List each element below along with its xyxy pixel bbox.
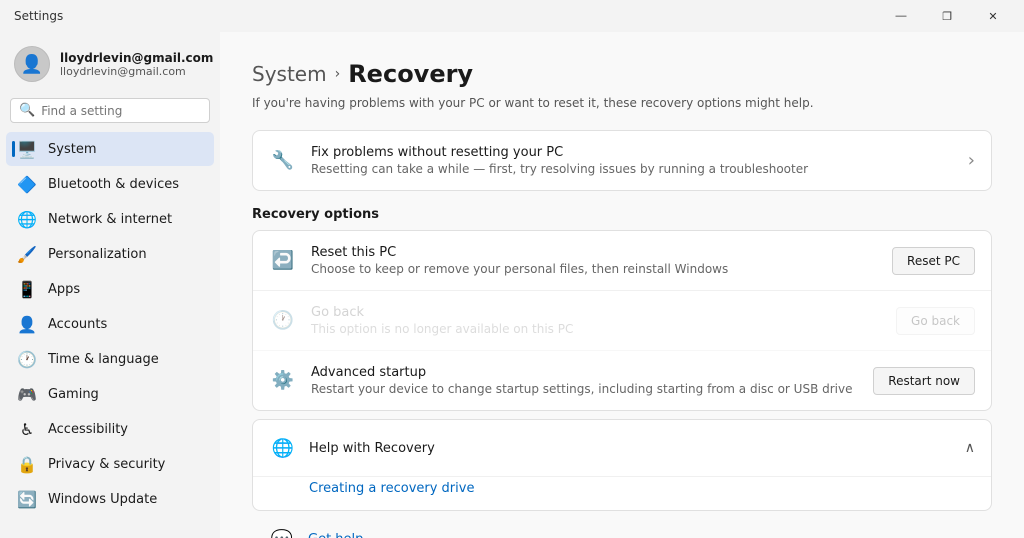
app-body: 👤 lloydrlevin@gmail.com lloydrlevin@gmai… bbox=[0, 32, 1024, 538]
titlebar: Settings — ❐ ✕ bbox=[0, 0, 1024, 32]
goback-button: Go back bbox=[896, 307, 975, 335]
sidebar: 👤 lloydrlevin@gmail.com lloydrlevin@gmai… bbox=[0, 32, 220, 538]
accessibility-icon: ♿ bbox=[18, 420, 36, 438]
fix-card-desc: Resetting can take a while — first, try … bbox=[311, 162, 954, 176]
recovery-drive-link[interactable]: Creating a recovery drive bbox=[309, 481, 474, 496]
window-controls: — ❐ ✕ bbox=[878, 0, 1016, 32]
gaming-icon: 🎮 bbox=[18, 385, 36, 403]
sidebar-item-label-bluetooth: Bluetooth & devices bbox=[48, 177, 179, 192]
sidebar-item-label-time: Time & language bbox=[48, 352, 159, 367]
sidebar-item-label-accessibility: Accessibility bbox=[48, 422, 128, 437]
close-button[interactable]: ✕ bbox=[970, 0, 1016, 32]
reset-title: Reset this PC bbox=[311, 245, 878, 260]
get-help-icon: 💬 bbox=[268, 525, 296, 538]
sidebar-item-label-network: Network & internet bbox=[48, 212, 172, 227]
option-row-goback: 🕐 Go back This option is no longer availab… bbox=[253, 291, 991, 351]
help-card: 🌐 Help with Recovery Creating a recovery… bbox=[252, 419, 992, 511]
help-title: Help with Recovery bbox=[309, 441, 435, 456]
startup-icon: ⚙️ bbox=[269, 367, 297, 395]
startup-desc: Restart your device to change startup se… bbox=[311, 382, 859, 396]
get-help-link[interactable]: Get help bbox=[308, 532, 363, 538]
fix-card-text: Fix problems without resetting your PC R… bbox=[311, 145, 954, 176]
reset-icon: ↩️ bbox=[269, 247, 297, 275]
options-card: ↩️ Reset this PC Choose to keep or remove … bbox=[252, 230, 992, 411]
accounts-icon: 👤 bbox=[18, 315, 36, 333]
sidebar-item-gaming[interactable]: 🎮 Gaming bbox=[6, 377, 214, 411]
goback-title: Go back bbox=[311, 305, 882, 320]
sidebar-item-apps[interactable]: 📱 Apps bbox=[6, 272, 214, 306]
breadcrumb-arrow: › bbox=[335, 66, 341, 82]
sidebar-item-accessibility[interactable]: ♿ Accessibility bbox=[6, 412, 214, 446]
main-content: System › Recovery If you're having probl… bbox=[220, 32, 1024, 538]
reset-button[interactable]: Reset PC bbox=[892, 247, 975, 275]
help-body: Creating a recovery drive bbox=[253, 476, 991, 510]
search-input[interactable] bbox=[41, 104, 201, 118]
user-section[interactable]: 👤 lloydrlevin@gmail.com lloydrlevin@gmai… bbox=[0, 36, 220, 92]
sidebar-item-bluetooth[interactable]: 🔷 Bluetooth & devices bbox=[6, 167, 214, 201]
nav-list: 🖥️ System 🔷 Bluetooth & devices 🌐 Network & i… bbox=[0, 131, 220, 517]
page-title: Recovery bbox=[348, 60, 473, 88]
sidebar-item-network[interactable]: 🌐 Network & internet bbox=[6, 202, 214, 236]
search-icon: 🔍 bbox=[19, 103, 35, 118]
user-info: lloydrlevin@gmail.com lloydrlevin@gmail.… bbox=[60, 51, 213, 78]
option-row-reset[interactable]: ↩️ Reset this PC Choose to keep or remove … bbox=[253, 231, 991, 291]
sidebar-item-privacy[interactable]: 🔒 Privacy & security bbox=[6, 447, 214, 481]
sidebar-item-label-accounts: Accounts bbox=[48, 317, 107, 332]
get-help-row[interactable]: 💬 Get help bbox=[252, 511, 992, 538]
user-name: lloydrlevin@gmail.com bbox=[60, 51, 213, 65]
avatar: 👤 bbox=[14, 46, 50, 82]
breadcrumb: System bbox=[252, 62, 327, 86]
fix-card-chevron bbox=[968, 150, 975, 171]
startup-title: Advanced startup bbox=[311, 365, 859, 380]
goback-icon: 🕐 bbox=[269, 307, 297, 335]
options-list: ↩️ Reset this PC Choose to keep or remove … bbox=[253, 231, 991, 410]
help-header-left: 🌐 Help with Recovery bbox=[269, 434, 435, 462]
page-header: System › Recovery bbox=[252, 60, 992, 88]
update-icon: 🔄 bbox=[18, 490, 36, 508]
globe-icon: 🌐 bbox=[269, 434, 297, 462]
help-chevron-up bbox=[965, 440, 975, 456]
user-email: lloydrlevin@gmail.com bbox=[60, 65, 213, 78]
help-header[interactable]: 🌐 Help with Recovery bbox=[253, 420, 991, 476]
restore-button[interactable]: ❐ bbox=[924, 0, 970, 32]
sidebar-item-label-personalization: Personalization bbox=[48, 247, 147, 262]
apps-icon: 📱 bbox=[18, 280, 36, 298]
bluetooth-icon: 🔷 bbox=[18, 175, 36, 193]
option-row-startup[interactable]: ⚙️ Advanced startup Restart your device to… bbox=[253, 351, 991, 410]
sidebar-item-label-system: System bbox=[48, 142, 96, 157]
goback-text: Go back This option is no longer availabl… bbox=[311, 305, 882, 336]
system-icon: 🖥️ bbox=[18, 140, 36, 158]
startup-button[interactable]: Restart now bbox=[873, 367, 975, 395]
network-icon: 🌐 bbox=[18, 210, 36, 228]
wrench-icon: 🔧 bbox=[269, 147, 297, 175]
personalization-icon: 🖌️ bbox=[18, 245, 36, 263]
reset-text: Reset this PC Choose to keep or remove yo… bbox=[311, 245, 878, 276]
time-icon: 🕐 bbox=[18, 350, 36, 368]
fix-problems-row[interactable]: 🔧 Fix problems without resetting your PC… bbox=[253, 131, 991, 190]
sidebar-item-system[interactable]: 🖥️ System bbox=[6, 132, 214, 166]
privacy-icon: 🔒 bbox=[18, 455, 36, 473]
sidebar-item-accounts[interactable]: 👤 Accounts bbox=[6, 307, 214, 341]
app-title: Settings bbox=[14, 9, 63, 23]
sidebar-item-label-update: Windows Update bbox=[48, 492, 157, 507]
startup-text: Advanced startup Restart your device to c… bbox=[311, 365, 859, 396]
sidebar-item-update[interactable]: 🔄 Windows Update bbox=[6, 482, 214, 516]
sidebar-item-label-gaming: Gaming bbox=[48, 387, 99, 402]
fix-problems-card[interactable]: 🔧 Fix problems without resetting your PC… bbox=[252, 130, 992, 191]
recovery-options-label: Recovery options bbox=[252, 207, 992, 222]
sidebar-item-personalization[interactable]: 🖌️ Personalization bbox=[6, 237, 214, 271]
sidebar-item-time[interactable]: 🕐 Time & language bbox=[6, 342, 214, 376]
reset-desc: Choose to keep or remove your personal f… bbox=[311, 262, 878, 276]
sidebar-item-label-apps: Apps bbox=[48, 282, 80, 297]
fix-card-title: Fix problems without resetting your PC bbox=[311, 145, 954, 160]
goback-desc: This option is no longer available on th… bbox=[311, 322, 882, 336]
search-box[interactable]: 🔍 bbox=[10, 98, 210, 123]
minimize-button[interactable]: — bbox=[878, 0, 924, 32]
sidebar-item-label-privacy: Privacy & security bbox=[48, 457, 165, 472]
page-subtitle: If you're having problems with your PC o… bbox=[252, 96, 992, 110]
